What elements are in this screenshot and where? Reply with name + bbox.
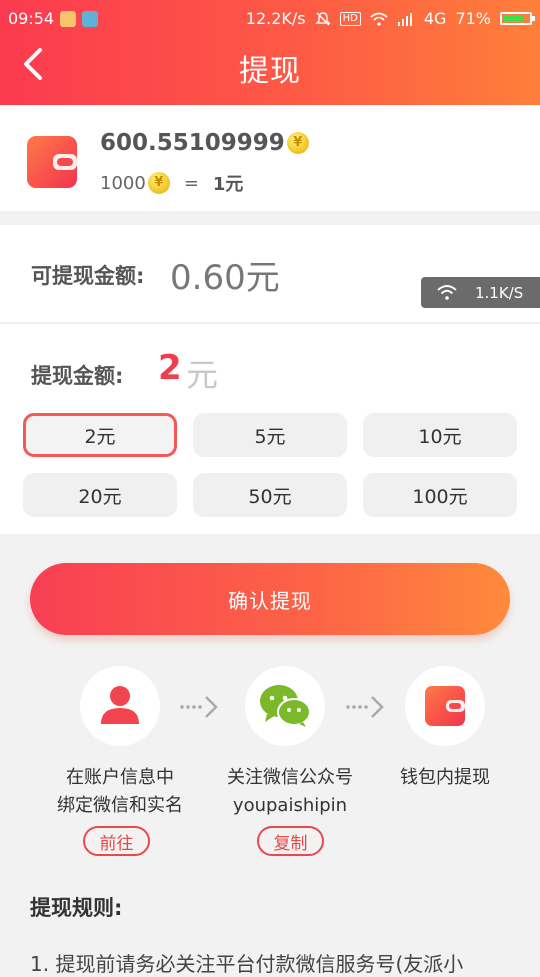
status-net-speed: 12.2K/s (245, 9, 306, 28)
rate-value: 1元 (212, 174, 244, 195)
rate-coins: 1000 (100, 172, 146, 194)
amount-option-10[interactable]: 10元 (363, 413, 517, 457)
withdraw-amount-label: 提现金额: (31, 364, 124, 388)
step-wallet-withdraw (405, 666, 485, 746)
wifi-icon (370, 12, 388, 26)
arrow-right-icon (346, 696, 384, 718)
available-label: 可提现金额: (31, 264, 145, 288)
battery-icon (500, 12, 535, 25)
step3-text: 钱包内提现 (345, 764, 540, 792)
amount-option-50[interactable]: 50元 (193, 473, 347, 517)
net-speed-value: 1.1K/S (475, 283, 524, 302)
exchange-rate-row: 1000 ¥ = 1元 (100, 170, 243, 196)
rate-equals: = (183, 172, 199, 194)
step-bind-account (80, 666, 160, 746)
rules-title: 提现规则: (30, 896, 123, 920)
package-icon (60, 10, 77, 27)
balance-amount-row: 600.55109999 ¥ (100, 130, 309, 156)
status-time: 09:54 (8, 9, 55, 28)
status-bar: 09:54 12.2K/s HD 4G 71% (0, 0, 540, 38)
wallet-icon (425, 686, 465, 726)
withdraw-amount-value: 2 (158, 348, 182, 388)
rules-line-1: 1. 提现前请务必关注平台付款微信服务号(友派小 (30, 952, 464, 976)
coin-icon: ¥ (147, 172, 170, 194)
step3-text-line1: 钱包内提现 (400, 767, 490, 788)
coin-icon: ¥ (286, 132, 309, 154)
page-title: 提现 (239, 54, 301, 89)
copy-account-button[interactable]: 复制 (257, 826, 324, 856)
step-follow-wechat (245, 666, 325, 746)
step2-text-line2: youpaishipin (232, 795, 348, 816)
mute-icon (314, 11, 331, 25)
status-battery-text: 71% (455, 9, 491, 28)
signal-icon (397, 12, 412, 26)
user-icon (101, 686, 139, 724)
confirm-withdraw-button[interactable]: 确认提现 (30, 563, 510, 635)
balance-amount: 600.55109999 (100, 130, 285, 156)
net-speed-overlay: 1.1K/S (421, 277, 540, 308)
scan-icon (82, 10, 99, 27)
wechat-icon (260, 685, 311, 727)
wifi-icon (437, 285, 457, 300)
arrow-right-icon (180, 696, 218, 718)
withdraw-amount-unit: 元 (186, 356, 219, 394)
available-value: 0.60元 (170, 258, 280, 298)
amount-option-2[interactable]: 2元 (23, 413, 177, 457)
amount-option-20[interactable]: 20元 (23, 473, 177, 517)
amount-option-5[interactable]: 5元 (193, 413, 347, 457)
wallet-icon (27, 136, 77, 188)
header-bar: 09:54 12.2K/s HD 4G 71% 提现 (0, 0, 540, 105)
balance-card (0, 105, 540, 211)
hd-badge: HD (339, 11, 361, 26)
go-bind-button[interactable]: 前往 (83, 826, 150, 856)
status-network: 4G (423, 9, 447, 28)
amount-option-100[interactable]: 100元 (363, 473, 517, 517)
